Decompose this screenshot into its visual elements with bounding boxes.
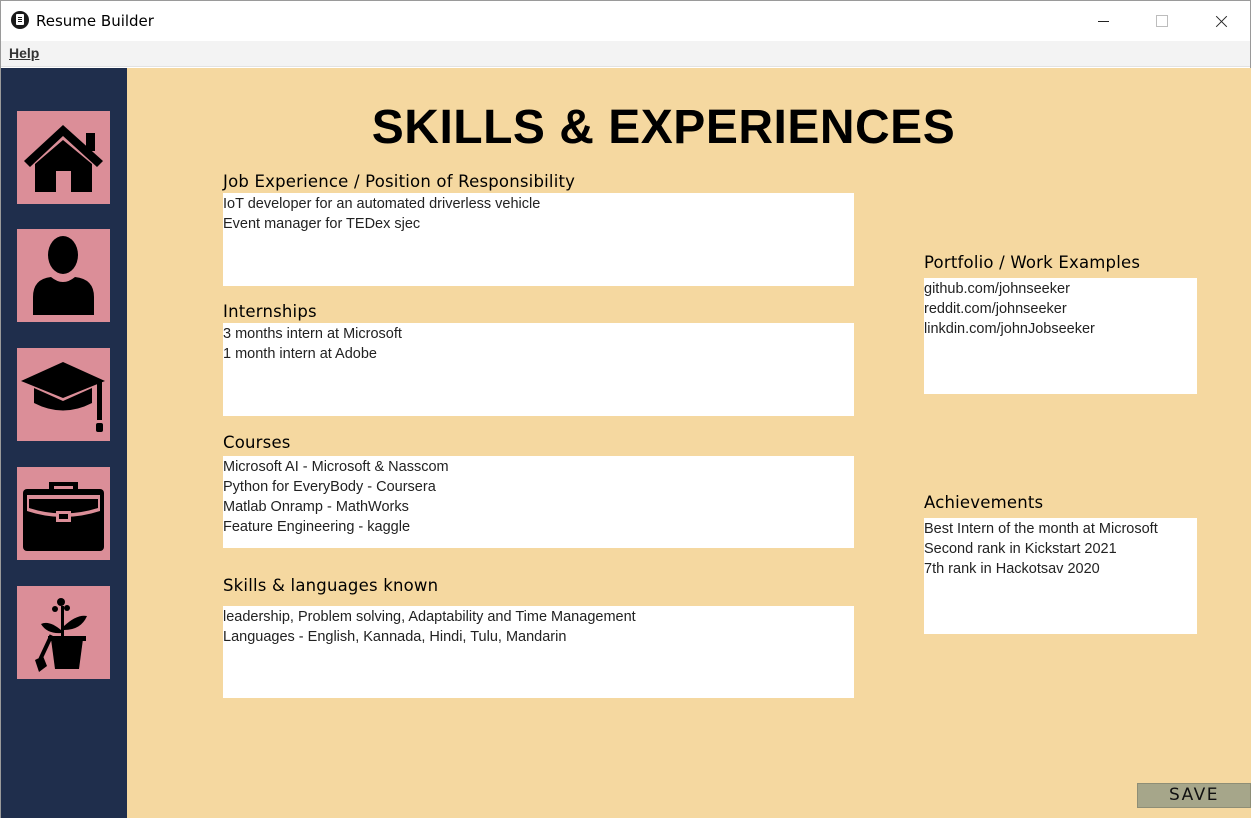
minimize-button[interactable] — [1074, 1, 1132, 41]
text-line: 3 months intern at Microsoft — [223, 326, 402, 342]
portfolio-label: Portfolio / Work Examples — [924, 253, 1141, 272]
main-panel: SKILLS & EXPERIENCES Job Experience / Po… — [127, 68, 1251, 818]
menu-help[interactable]: Help — [9, 45, 39, 61]
internships-textarea[interactable]: 3 months intern at Microsoft 1 month int… — [223, 323, 854, 416]
text-line: Python for EveryBody - Coursera — [223, 479, 436, 495]
graduation-cap-icon — [21, 362, 105, 432]
text-line: IoT developer for an automated driverles… — [223, 196, 541, 212]
plant-shovel-icon — [35, 598, 87, 672]
sidebar-item-profile[interactable] — [17, 229, 110, 322]
job-experience-textarea[interactable]: IoT developer for an automated driverles… — [223, 193, 854, 286]
portfolio-textarea[interactable]: github.com/johnseeker reddit.com/johnsee… — [924, 278, 1197, 394]
text-line: linkdin.com/johnJobseeker — [924, 321, 1095, 337]
text-line: Second rank in Kickstart 2021 — [924, 541, 1117, 557]
text-line: Best Intern of the month at Microsoft — [924, 521, 1158, 537]
courses-label: Courses — [223, 433, 291, 452]
app-icon — [11, 11, 29, 29]
skills-textarea[interactable]: leadership, Problem solving, Adaptabilit… — [223, 606, 854, 698]
sidebar-item-skills[interactable] — [17, 586, 110, 679]
save-button[interactable]: SAVE — [1137, 783, 1251, 808]
achievements-textarea[interactable]: Best Intern of the month at Microsoft Se… — [924, 518, 1197, 634]
achievements-label: Achievements — [924, 493, 1044, 512]
page-title: SKILLS & EXPERIENCES — [371, 101, 956, 154]
maximize-button[interactable] — [1133, 1, 1191, 41]
briefcase-icon — [23, 482, 104, 551]
text-line: leadership, Problem solving, Adaptabilit… — [223, 609, 636, 625]
text-line: Feature Engineering - kaggle — [223, 519, 411, 535]
sidebar-item-home[interactable] — [17, 111, 110, 204]
text-line: reddit.com/johnseeker — [924, 301, 1067, 317]
sidebar — [1, 68, 127, 818]
app-window: Resume Builder Help SKILLS & EXPERIENCES… — [0, 0, 1251, 818]
text-line: Matlab Onramp - MathWorks — [223, 499, 409, 515]
internships-label: Internships — [223, 302, 317, 321]
title-bar: Resume Builder — [1, 1, 1250, 41]
skills-label: Skills & languages known — [223, 576, 439, 595]
text-line: Languages - English, Kannada, Hindi, Tul… — [223, 629, 567, 645]
window-title: Resume Builder — [36, 12, 154, 30]
text-line: Event manager for TEDex sjec — [223, 216, 421, 232]
job-experience-label: Job Experience / Position of Responsibil… — [223, 172, 576, 191]
courses-textarea[interactable]: Microsoft AI - Microsoft & Nasscom Pytho… — [223, 456, 854, 548]
text-line: 7th rank in Hackotsav 2020 — [924, 561, 1100, 577]
close-button[interactable] — [1191, 1, 1249, 41]
menu-help-label: Help — [9, 45, 40, 61]
sidebar-item-experience[interactable] — [17, 467, 110, 560]
text-line: 1 month intern at Adobe — [223, 346, 377, 362]
sidebar-item-education[interactable] — [17, 348, 110, 441]
text-line: github.com/johnseeker — [924, 281, 1070, 297]
text-line: Microsoft AI - Microsoft & Nasscom — [223, 459, 449, 475]
menu-bar: Help — [1, 41, 1250, 67]
person-icon — [33, 236, 94, 315]
home-icon — [24, 125, 103, 192]
